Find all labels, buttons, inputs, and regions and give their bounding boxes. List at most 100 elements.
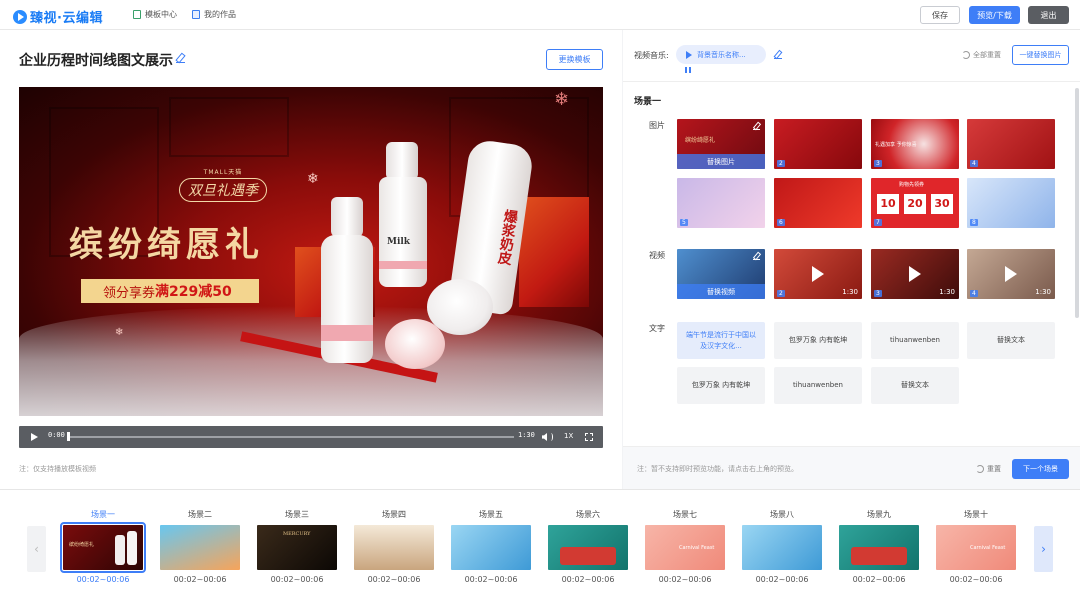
pause-icon[interactable] <box>685 67 691 73</box>
image-thumb[interactable]: 6 <box>774 178 862 228</box>
text-item[interactable]: 包罗万象 内有乾坤 <box>677 367 765 404</box>
tall-bottle <box>379 177 427 287</box>
nav-label: 模板中心 <box>145 10 177 19</box>
play-icon[interactable] <box>1005 266 1017 282</box>
scroll-right-button[interactable]: › <box>1034 526 1053 572</box>
reset-icon <box>962 51 970 59</box>
snowflake-icon: ❄ <box>554 89 570 110</box>
scroll-left-button[interactable]: ‹ <box>27 526 46 572</box>
text-item[interactable]: 替换文本 <box>871 367 959 404</box>
bottle-cap <box>386 142 418 180</box>
play-icon[interactable] <box>31 433 38 441</box>
next-scene-button[interactable]: 下一个场景 <box>1012 459 1069 479</box>
works-icon <box>192 10 200 19</box>
volume-icon[interactable] <box>542 433 547 441</box>
thumb-number: 3 <box>874 160 882 167</box>
scene-card[interactable]: 场景一 缤纷绮愿礼 00:02~00:06 <box>58 508 148 584</box>
image-thumb[interactable]: 购物先领券 10 20 30 7 <box>871 178 959 228</box>
progress-handle[interactable] <box>67 432 70 441</box>
scene-thumbnail <box>742 525 822 570</box>
player-note: 注：仅支持播放模板视频 <box>19 465 96 473</box>
thumb-text: 礼遇加享 予你惊喜 <box>875 142 917 148</box>
coupon-highlight: 满229减50 <box>155 284 232 300</box>
scene-card[interactable]: 场景四 00:02~00:06 <box>349 508 439 584</box>
video-preview[interactable]: ❄ ❄ ❄ TMALL天猫 双旦礼遇季 缤纷绮愿礼 领分享券 满229减50 M… <box>19 87 603 416</box>
snowflake-icon: ❄ <box>115 327 124 338</box>
fullscreen-icon[interactable] <box>585 433 593 441</box>
replace-all-images-button[interactable]: 一键替换图片 <box>1012 45 1069 65</box>
scene-time: 00:02~00:06 <box>852 575 906 584</box>
video-thumb[interactable]: 2 1:30 <box>774 249 862 299</box>
chevron-left-icon: ‹ <box>34 542 39 556</box>
text-item[interactable]: tihuanwenben <box>774 367 862 404</box>
edit-title-icon[interactable] <box>176 54 185 63</box>
edit-icon[interactable] <box>753 123 760 130</box>
thumb-number: 7 <box>874 219 882 226</box>
image-thumb[interactable]: 8 <box>967 178 1055 228</box>
change-template-button[interactable]: 更换模板 <box>546 49 603 70</box>
brand-script-text: 双旦礼遇季 <box>179 178 267 202</box>
scene-name: 场景九 <box>867 510 891 519</box>
text-item[interactable]: 包罗万象 内有乾坤 <box>774 322 862 359</box>
scene-time: 00:02~00:06 <box>464 575 518 584</box>
snow-ground <box>19 306 603 416</box>
text-item[interactable]: tihuanwenben <box>871 322 959 359</box>
play-icon[interactable] <box>812 266 824 282</box>
video-thumb[interactable]: 替换视频 <box>677 249 765 299</box>
thumb-number: 2 <box>777 160 785 167</box>
text-item[interactable]: 端午节是流行于中国以及汉字文化... <box>677 322 765 359</box>
play-icon[interactable] <box>909 266 921 282</box>
scene-time: 00:02~00:06 <box>367 575 421 584</box>
music-select[interactable]: 背景音乐名称... <box>676 45 766 64</box>
logo-icon <box>13 9 27 24</box>
product-shape <box>127 531 137 565</box>
nav-my-works[interactable]: 我的作品 <box>192 9 236 20</box>
car-shape <box>560 547 616 565</box>
logo[interactable]: 臻视·云编辑 <box>13 7 103 26</box>
scene-thumbnail <box>548 525 628 570</box>
image-thumb[interactable]: 5 <box>677 178 765 228</box>
scene-card[interactable]: 场景三 MERCURY 00:02~00:06 <box>252 508 342 584</box>
car-shape <box>851 547 907 565</box>
scene-card[interactable]: 场景六 00:02~00:06 <box>543 508 633 584</box>
scene-card[interactable]: 场景十 Carnival Feast 00:02~00:06 <box>931 508 1021 584</box>
image-thumb[interactable]: 礼遇加享 予你惊喜 3 <box>871 119 959 169</box>
coupon-value: 10 <box>877 194 899 214</box>
text-item[interactable]: 替换文本 <box>967 322 1055 359</box>
edit-music-icon[interactable] <box>774 51 782 59</box>
scene-time: 00:02~00:06 <box>755 575 809 584</box>
progress-track[interactable] <box>68 436 514 438</box>
replace-video-overlay[interactable]: 替换视频 <box>677 284 765 299</box>
scene-card[interactable]: 场景八 00:02~00:06 <box>737 508 827 584</box>
scene-card[interactable]: 场景九 00:02~00:06 <box>834 508 924 584</box>
reset-all-button[interactable]: 全部重置 <box>962 50 1001 60</box>
thumb-number: 5 <box>680 219 688 226</box>
speed-toggle[interactable]: 1X <box>564 432 573 440</box>
video-thumb[interactable]: 3 1:30 <box>871 249 959 299</box>
panel-scrollbar[interactable] <box>1075 88 1079 318</box>
preview-download-button[interactable]: 预览/下载 <box>969 6 1020 24</box>
scene-thumbnail <box>354 525 434 570</box>
scene-card[interactable]: 场景七 Carnival Feast 00:02~00:06 <box>640 508 730 584</box>
video-player-controls: 0:00 1:30 1X <box>19 426 603 448</box>
save-button[interactable]: 保存 <box>920 6 960 24</box>
bottle-band <box>321 325 373 341</box>
template-icon <box>133 10 141 19</box>
nav-template-center[interactable]: 模板中心 <box>133 9 177 20</box>
image-thumb[interactable]: 缤纷绮愿礼 替换图片 <box>677 119 765 169</box>
scene-card[interactable]: 场景二 00:02~00:06 <box>155 508 245 584</box>
image-thumb[interactable]: 2 <box>774 119 862 169</box>
reset-button[interactable]: 重置 <box>976 464 1001 474</box>
replace-image-overlay[interactable]: 替换图片 <box>677 154 765 169</box>
logo-text: 臻视·云编辑 <box>30 11 103 26</box>
bottle-band <box>379 261 427 269</box>
current-time: 0:00 <box>48 431 65 439</box>
video-duration: 1:30 <box>842 288 858 296</box>
scene-card[interactable]: 场景五 00:02~00:06 <box>446 508 536 584</box>
video-thumb[interactable]: 4 1:30 <box>967 249 1055 299</box>
scene-thumbnail: MERCURY <box>257 525 337 570</box>
music-name: 背景音乐名称... <box>697 50 746 59</box>
exit-button[interactable]: 退出 <box>1028 6 1069 24</box>
image-thumb[interactable]: 4 <box>967 119 1055 169</box>
edit-icon[interactable] <box>753 253 760 260</box>
